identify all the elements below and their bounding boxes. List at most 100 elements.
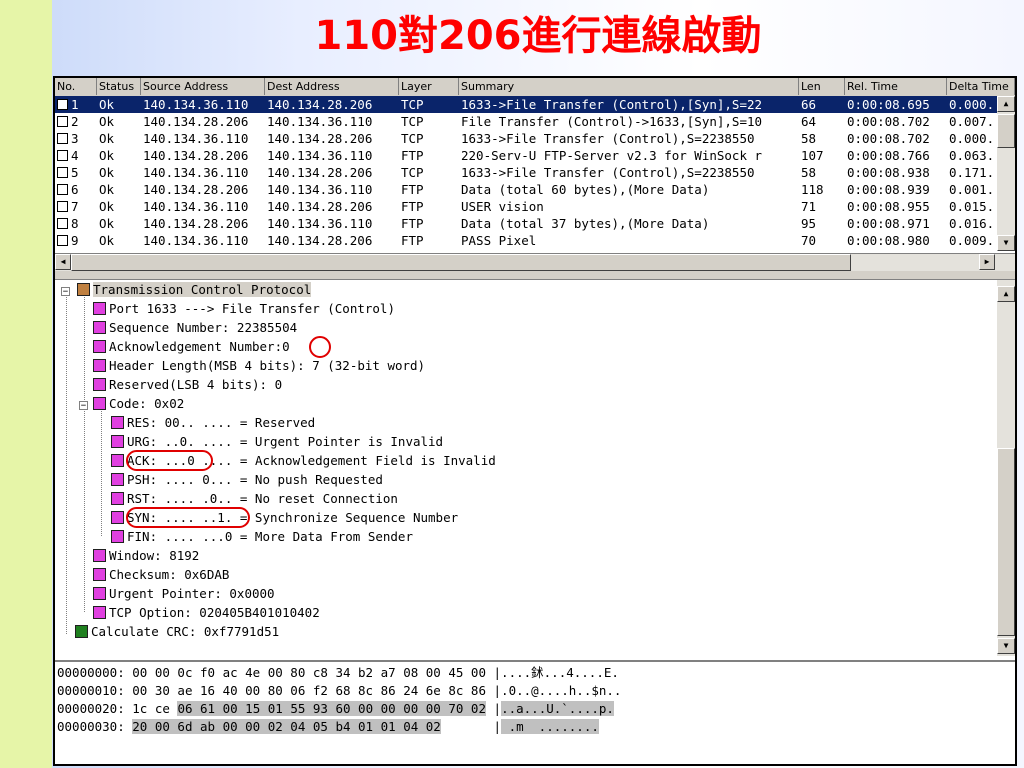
node-label: PSH: .... 0... = No push Requested — [127, 472, 383, 487]
checkbox-icon[interactable] — [57, 133, 68, 144]
tree-node-urg[interactable]: URG: ..0. .... = Urgent Pointer is Inval… — [111, 432, 443, 451]
scroll-thumb[interactable] — [997, 448, 1015, 636]
field-icon — [111, 492, 124, 505]
cell-no: 8 — [55, 215, 97, 232]
field-icon — [93, 359, 106, 372]
node-label: Urgent Pointer: 0x0000 — [109, 586, 275, 601]
col-rel-time[interactable]: Rel. Time — [845, 78, 947, 95]
col-no[interactable]: No. — [55, 78, 97, 95]
col-summary[interactable]: Summary — [459, 78, 799, 95]
col-len[interactable]: Len — [799, 78, 845, 95]
tree-node-port[interactable]: Port 1633 ---> File Transfer (Control) — [93, 299, 395, 318]
field-icon — [111, 511, 124, 524]
decode-tree-vscrollbar[interactable]: ▲ ▼ — [997, 280, 1015, 656]
col-status[interactable]: Status — [97, 78, 141, 95]
hex-ascii-selected: .m ........ — [501, 719, 599, 734]
scroll-up-arrow-icon[interactable]: ▲ — [997, 286, 1015, 302]
packet-row[interactable]: 1 Ok 140.134.36.110 140.134.28.206 TCP 1… — [55, 96, 997, 113]
row-no: 6 — [71, 182, 79, 197]
scroll-right-arrow-icon[interactable]: ▶ — [979, 254, 995, 270]
packet-row[interactable]: 2 Ok 140.134.28.206 140.134.36.110 TCP F… — [55, 113, 997, 130]
hscroll-thumb[interactable] — [71, 254, 851, 271]
tree-node-tcp[interactable]: Transmission Control Protocol — [77, 280, 312, 299]
tree-node-ack-number[interactable]: Acknowledgement Number:0 — [93, 337, 290, 356]
tree-node-rst[interactable]: RST: .... .0.. = No reset Connection — [111, 489, 398, 508]
cell-src: 140.134.36.110 — [143, 199, 249, 214]
field-icon — [93, 587, 106, 600]
cell-delta: 0.000. — [949, 97, 995, 112]
col-source[interactable]: Source Address — [141, 78, 265, 95]
cell-summary: Data (total 60 bytes),(More Data) — [461, 182, 710, 197]
hex-separator: | — [493, 719, 502, 734]
packet-row[interactable]: 4 Ok 140.134.28.206 140.134.36.110 FTP 2… — [55, 147, 997, 164]
tree-node-seq[interactable]: Sequence Number: 22385504 — [93, 318, 297, 337]
tree-node-window[interactable]: Window: 8192 — [93, 546, 199, 565]
field-icon — [93, 378, 106, 391]
cell-no: 5 — [55, 164, 97, 181]
checkbox-icon[interactable] — [57, 116, 68, 127]
cell-delta: 0.000. — [949, 131, 995, 146]
col-dest[interactable]: Dest Address — [265, 78, 399, 95]
cell-rel: 0:00:08.955 — [847, 199, 930, 214]
packet-list-hscrollbar[interactable]: ◀ ▶ — [55, 253, 1015, 272]
cell-src: 140.134.28.206 — [143, 148, 249, 163]
cell-layer: TCP — [401, 165, 424, 180]
cell-summary: USER vision — [461, 199, 544, 214]
cell-summary: File Transfer (Control)->1633,[Syn],S=10 — [461, 114, 763, 129]
tree-node-urgent-pointer[interactable]: Urgent Pointer: 0x0000 — [93, 584, 275, 603]
scroll-left-arrow-icon[interactable]: ◀ — [55, 254, 71, 270]
tree-node-crc[interactable]: Calculate CRC: 0xf7791d51 — [75, 622, 279, 641]
packet-row[interactable]: 7 Ok 140.134.36.110 140.134.28.206 FTP U… — [55, 198, 997, 215]
scroll-down-arrow-icon[interactable]: ▼ — [997, 638, 1015, 654]
cell-len: 58 — [801, 131, 817, 146]
cell-delta: 0.001. — [949, 182, 995, 197]
checkbox-icon[interactable] — [57, 218, 68, 229]
cell-rel: 0:00:08.702 — [847, 131, 930, 146]
tree-node-checksum[interactable]: Checksum: 0x6DAB — [93, 565, 229, 584]
cell-rel: 0:00:08.938 — [847, 165, 930, 180]
cell-no: 4 — [55, 147, 97, 164]
field-icon — [111, 530, 124, 543]
cell-dst: 140.134.36.110 — [267, 182, 373, 197]
checkbox-icon[interactable] — [57, 201, 68, 212]
highlight-circle — [309, 336, 331, 358]
checkbox-icon[interactable] — [57, 99, 68, 110]
cell-layer: FTP — [401, 199, 424, 214]
field-icon — [93, 321, 106, 334]
tree-node-tcp-option[interactable]: TCP Option: 020405B401010402 — [93, 603, 320, 622]
hex-ascii-selected: ..a...U.`....p. — [501, 701, 614, 716]
scroll-down-arrow-icon[interactable]: ▼ — [997, 235, 1015, 251]
collapse-toggle-icon[interactable]: − — [61, 287, 70, 297]
packet-row[interactable]: 5 Ok 140.134.36.110 140.134.28.206 TCP 1… — [55, 164, 997, 181]
tree-node-fin[interactable]: FIN: .... ...0 = More Data From Sender — [111, 527, 413, 546]
checkbox-icon[interactable] — [57, 235, 68, 246]
packet-row[interactable]: 3 Ok 140.134.36.110 140.134.28.206 TCP 1… — [55, 130, 997, 147]
packet-row[interactable]: 8 Ok 140.134.28.206 140.134.36.110 FTP D… — [55, 215, 997, 232]
hex-bytes: 1c ce — [132, 701, 170, 716]
tree-node-header-length[interactable]: Header Length(MSB 4 bits): 7 (32-bit wor… — [93, 356, 425, 375]
packet-row[interactable]: 9 Ok 140.134.36.110 140.134.28.206 FTP P… — [55, 232, 997, 249]
col-layer[interactable]: Layer — [399, 78, 459, 95]
analyzer-window: No. Status Source Address Dest Address L… — [53, 76, 1017, 766]
collapse-toggle-icon[interactable]: − — [79, 401, 88, 411]
tree-node-res[interactable]: RES: 00.. .... = Reserved — [111, 413, 315, 432]
packet-list-vscrollbar[interactable]: ▲ ▼ — [997, 96, 1015, 251]
checkbox-icon[interactable] — [57, 150, 68, 161]
scroll-up-arrow-icon[interactable]: ▲ — [997, 96, 1015, 112]
cell-rel: 0:00:08.980 — [847, 233, 930, 248]
row-no: 3 — [71, 131, 79, 146]
checkbox-icon[interactable] — [57, 184, 68, 195]
cell-summary: 1633->File Transfer (Control),S=2238550 — [461, 131, 755, 146]
packet-row[interactable]: 6 Ok 140.134.28.206 140.134.36.110 FTP D… — [55, 181, 997, 198]
tree-node-reserved[interactable]: Reserved(LSB 4 bits): 0 — [93, 375, 282, 394]
cell-len: 118 — [801, 182, 824, 197]
tree-node-code[interactable]: Code: 0x02 — [93, 394, 184, 413]
tree-node-psh[interactable]: PSH: .... 0... = No push Requested — [111, 470, 383, 489]
node-label: .... = Acknowledgement Field is Invalid — [194, 453, 496, 468]
col-delta-time[interactable]: Delta Time — [947, 78, 1015, 95]
cell-summary: 1633->File Transfer (Control),S=2238550 — [461, 165, 755, 180]
scroll-thumb[interactable] — [997, 114, 1015, 148]
field-icon — [93, 340, 106, 353]
pane-splitter[interactable] — [55, 271, 1015, 280]
checkbox-icon[interactable] — [57, 167, 68, 178]
